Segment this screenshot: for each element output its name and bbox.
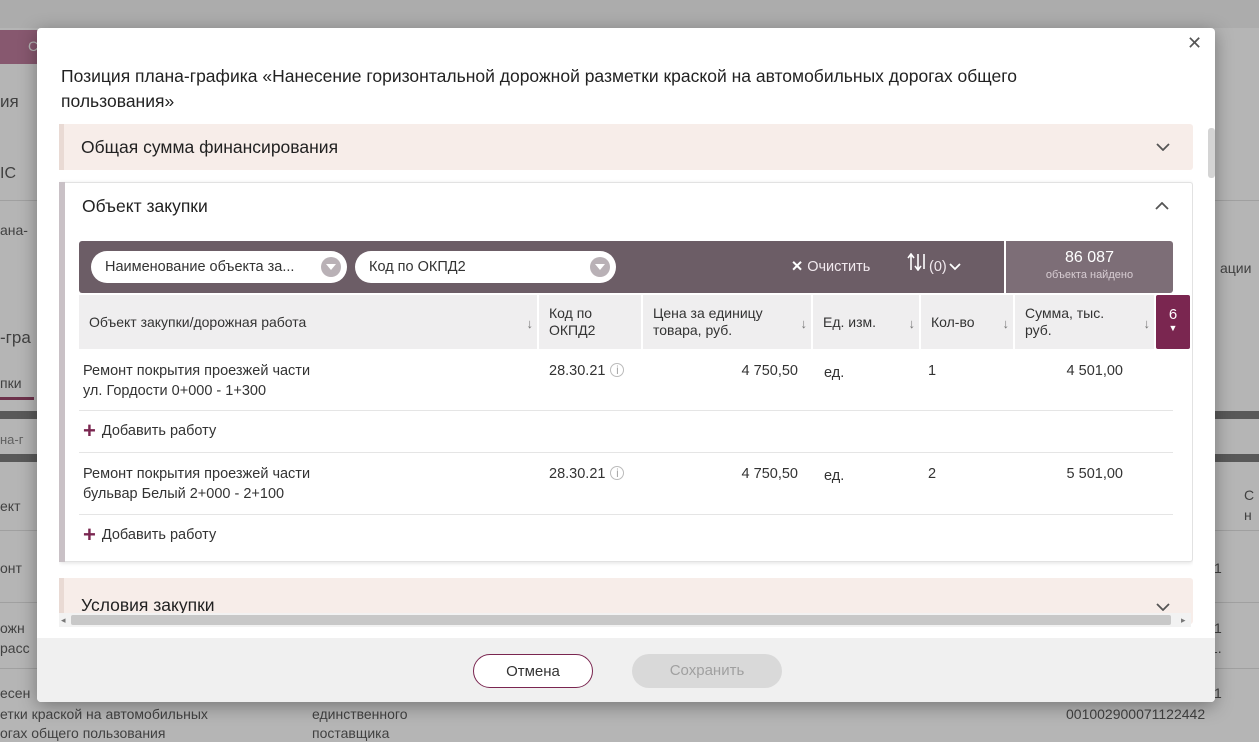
section-purchase-object-title: Объект закупки [82,196,208,216]
column-header-sum[interactable]: Сумма, тыс. руб. ↓ [1015,295,1154,349]
column-header-unit[interactable]: Ед. изм. ↓ [813,295,919,349]
sort-down-icon[interactable]: ↓ [909,315,916,332]
column-header-label: Объект закупки/дорожная работа [89,313,307,330]
scroll-left-icon[interactable]: ◂ [61,613,66,627]
sort-arrows-icon [907,241,927,293]
modal-footer: Отмена Сохранить [37,638,1215,702]
column-header-okpd[interactable]: Код по ОКПД2 [539,295,641,349]
column-header-label: Кол-во [931,313,975,330]
found-count: 86 087 [1065,249,1114,266]
found-counter: 86 087 объекта найдено [1006,241,1173,293]
modal-body: Общая сумма финансирования Объект закупк… [59,124,1193,624]
add-work-label: Добавить работу [101,527,217,543]
plus-icon: + [83,522,96,547]
chevron-down-icon [949,241,961,293]
object-name-line: Ремонт покрытия проезжей части [83,363,311,379]
section-financing[interactable]: Общая сумма финансирования [59,124,1193,170]
info-icon[interactable]: i [610,466,625,480]
cancel-button[interactable]: Отмена [473,654,593,688]
add-work-label: Добавить работу [101,423,217,439]
column-header-label: Код по ОКПД2 [549,305,596,338]
sort-count: (0) [929,259,947,275]
more-columns-count: 6 [1168,306,1178,323]
row-divider [79,514,1173,515]
horizontal-scroll-thumb[interactable] [71,615,1171,625]
table-row-2-qty: 2 [928,466,937,482]
okpd-code: 28.30.21 [549,363,606,379]
table-row-1-unit: ед. [824,365,845,381]
table-row-1-qty: 1 [928,363,937,379]
clear-filters-button[interactable]: ✕ Очистить [791,241,870,293]
dropdown-arrow-icon[interactable] [321,257,341,277]
modal-title: Позиция плана-графика «Нанесение горизон… [61,66,1017,111]
column-header-object[interactable]: Объект закупки/дорожная работа ↓ [79,295,537,349]
table-row-1-object: Ремонт покрытия проезжей части ул. Гордо… [83,361,310,401]
add-work-button[interactable]: + Добавить работу [83,418,217,443]
filter-bar: Наименование объекта за... Код по ОКПД2 … [79,241,1004,293]
okpd-filter-dropdown[interactable]: Код по ОКПД2 [355,251,616,283]
dropdown-arrow-icon[interactable] [590,257,610,277]
okpd-code: 28.30.21 [549,466,606,482]
scroll-right-icon[interactable]: ▸ [1181,613,1186,627]
section-purchase-object: Объект закупки Наименование объекта за..… [59,182,1193,562]
sort-down-icon[interactable]: ↓ [527,315,534,332]
save-button[interactable]: Сохранить [632,654,782,688]
table-row-1-price: 4 750,50 [741,363,798,379]
position-modal: Позиция плана-графика «Нанесение горизон… [37,28,1215,702]
table-row-2-okpd: 28.30.21 i [549,464,625,484]
table-row-2-object: Ремонт покрытия проезжей части бульвар Б… [83,464,310,504]
column-header-label: Ед. изм. [823,313,877,330]
name-filter-dropdown[interactable]: Наименование объекта за... [91,251,347,283]
table-row-2-unit: ед. [824,468,845,484]
table-row-1-okpd: 28.30.21 i [549,361,625,381]
close-icon: ✕ [791,259,804,275]
sort-down-icon[interactable]: ↓ [801,315,808,332]
object-name-line: бульвар Белый 2+000 - 2+100 [83,486,285,502]
chevron-down-icon[interactable] [1155,124,1171,170]
row-divider [79,410,1173,411]
table-row-2-sum: 5 501,00 [1066,466,1123,482]
name-filter-value: Наименование объекта за... [105,259,295,275]
column-header-label: Сумма, тыс. руб. [1025,305,1105,338]
more-columns-button[interactable]: 6 ▼ [1156,295,1190,349]
row-divider [79,452,1173,453]
sort-down-icon[interactable]: ↓ [1144,315,1151,332]
table-header: Объект закупки/дорожная работа ↓ Код по … [79,295,1190,349]
sort-down-icon[interactable]: ↓ [1003,315,1010,332]
info-icon[interactable]: i [610,363,625,377]
caret-down-icon: ▼ [1168,323,1178,333]
column-header-label: Цена за единицу товара, руб. [653,305,763,338]
sort-control[interactable]: (0) [907,241,961,293]
table-row-2-price: 4 750,50 [741,466,798,482]
okpd-filter-value: Код по ОКПД2 [369,259,466,275]
found-label: объекта найдено [1045,269,1134,281]
close-icon[interactable]: ✕ [1187,34,1202,52]
vertical-scrollbar[interactable] [1208,128,1215,178]
chevron-up-icon[interactable] [1154,183,1170,229]
section-financing-title: Общая сумма финансирования [81,137,339,157]
column-header-qty[interactable]: Кол-во ↓ [921,295,1013,349]
table-row-1-sum: 4 501,00 [1066,363,1123,379]
object-name-line: ул. Гордости 0+000 - 1+300 [83,383,267,399]
clear-filters-label: Очистить [807,259,871,275]
add-work-button[interactable]: + Добавить работу [83,522,217,547]
horizontal-scrollbar[interactable]: ◂ ▸ [59,613,1191,627]
object-name-line: Ремонт покрытия проезжей части [83,466,311,482]
plus-icon: + [83,418,96,443]
column-header-price[interactable]: Цена за единицу товара, руб. ↓ [643,295,811,349]
